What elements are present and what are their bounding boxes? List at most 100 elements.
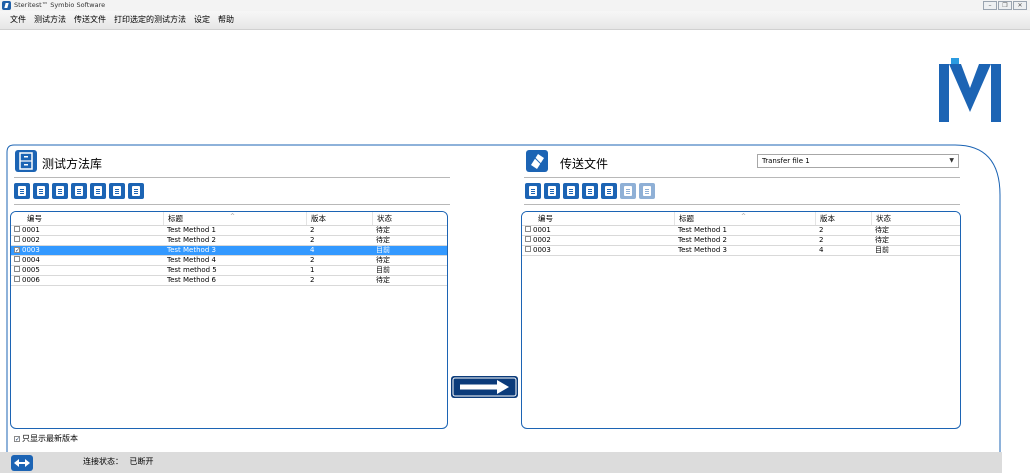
row-version: 4	[819, 246, 824, 254]
row-title: Test method 5	[167, 266, 217, 274]
copy-method-icon[interactable]	[33, 183, 49, 199]
row-checkbox[interactable]	[525, 236, 531, 242]
copy-icon[interactable]	[601, 183, 617, 199]
latest-only-option[interactable]: ✓ 只显示最新版本	[14, 433, 78, 444]
row-version: 2	[310, 236, 315, 244]
row-id-cell: 0001	[522, 226, 675, 235]
column-header-status[interactable]: 状态	[872, 212, 960, 225]
row-status: 待定	[376, 236, 390, 244]
row-status: 目前	[875, 246, 889, 254]
row-title: Test Method 3	[678, 246, 727, 254]
connection-status: 连接状态： 已断开	[83, 456, 154, 468]
send-transfer-icon[interactable]	[544, 183, 560, 199]
print-icon[interactable]	[582, 183, 598, 199]
row-version: 1	[310, 266, 315, 274]
menu-settings[interactable]: 设定	[190, 11, 214, 29]
menu-print-selected[interactable]: 打印选定的测试方法	[110, 11, 190, 29]
row-checkbox-checked[interactable]: ✓	[14, 247, 20, 254]
column-header-title[interactable]: 标题 ^	[164, 212, 307, 225]
latest-only-checkbox[interactable]: ✓	[14, 435, 20, 442]
menu-test-method[interactable]: 测试方法	[30, 11, 70, 29]
transfer-file-selected: Transfer file 1	[762, 157, 810, 165]
left-header-divider	[14, 177, 450, 178]
row-title: Test Method 2	[678, 236, 727, 244]
row-status: 待定	[376, 276, 390, 284]
column-header-title[interactable]: 标题 ^	[675, 212, 816, 225]
table-row[interactable]: 0003 Test Method 3 4 目前	[522, 246, 960, 256]
sort-ascending-icon: ^	[741, 213, 747, 220]
list-header: 编号 标题 ^ 版本 状态	[522, 212, 960, 226]
sort-ascending-icon: ^	[230, 213, 236, 220]
row-checkbox[interactable]	[525, 226, 531, 232]
row-title: Test Method 3	[167, 246, 216, 254]
row-status: 待定	[376, 226, 390, 234]
table-row-selected[interactable]: ✓ 0003 Test Method 3 4 目前	[11, 246, 447, 256]
row-status: 待定	[875, 236, 889, 244]
row-id: 0004	[22, 256, 40, 264]
row-version: 2	[819, 236, 824, 244]
edit-method-icon[interactable]	[52, 183, 68, 199]
right-toolbar-divider	[524, 204, 960, 205]
transfer-to-file-button[interactable]	[451, 376, 518, 398]
close-button[interactable]: ✕	[1013, 1, 1027, 10]
row-status: 待定	[376, 256, 390, 264]
method-library-list[interactable]: 编号 标题 ^ 版本 状态 0001 Test Method 1 2 待定 000…	[10, 211, 448, 429]
table-row[interactable]: 0001 Test Method 1 2 待定	[11, 226, 447, 236]
menu-help[interactable]: 帮助	[214, 11, 238, 29]
row-version: 2	[310, 226, 315, 234]
menu-file[interactable]: 文件	[6, 11, 30, 29]
import-method-icon[interactable]	[90, 183, 106, 199]
transfer-file-dropdown[interactable]: Transfer file 1 ▼	[757, 154, 959, 168]
row-id-cell: 0001	[11, 226, 164, 235]
row-id-cell: 0006	[11, 276, 164, 285]
menu-bar: 文件 测试方法 传送文件 打印选定的测试方法 设定 帮助	[0, 11, 1030, 30]
table-row[interactable]: 0005 Test method 5 1 目前	[11, 266, 447, 276]
delete-disabled-icon	[639, 183, 655, 199]
row-checkbox[interactable]	[14, 276, 20, 282]
table-row[interactable]: 0002 Test Method 2 2 待定	[522, 236, 960, 246]
menu-transfer-file[interactable]: 传送文件	[70, 11, 110, 29]
row-id-cell: 0002	[522, 236, 675, 245]
row-checkbox[interactable]	[14, 226, 20, 232]
table-row[interactable]: 0006 Test Method 6 2 待定	[11, 276, 447, 286]
column-header-status[interactable]: 状态	[373, 212, 447, 225]
list-header: 编号 标题 ^ 版本 状态	[11, 212, 447, 226]
app-title: Steritest™ Symbio Software	[14, 1, 106, 9]
maximize-button[interactable]: ❐	[998, 1, 1012, 10]
row-checkbox[interactable]	[14, 256, 20, 262]
table-row[interactable]: 0001 Test Method 1 2 待定	[522, 226, 960, 236]
column-header-title-label: 标题	[168, 214, 183, 223]
column-header-id[interactable]: 编号	[11, 212, 164, 225]
method-library-title: 测试方法库	[42, 157, 103, 171]
row-id: 0005	[22, 266, 40, 274]
table-row[interactable]: 0002 Test Method 2 2 待定	[11, 236, 447, 246]
connection-icon	[11, 455, 33, 471]
row-checkbox[interactable]	[14, 266, 20, 272]
chevron-down-icon: ▼	[949, 157, 954, 164]
row-checkbox[interactable]	[14, 236, 20, 242]
column-header-id[interactable]: 编号	[522, 212, 675, 225]
row-id-cell: 0003	[522, 246, 675, 255]
column-header-version[interactable]: 版本	[307, 212, 373, 225]
app-logo-icon	[2, 1, 11, 10]
export-method-icon[interactable]	[71, 183, 87, 199]
row-title: Test Method 2	[167, 236, 216, 244]
table-row[interactable]: 0004 Test Method 4 2 待定	[11, 256, 447, 266]
minimize-button[interactable]: –	[983, 1, 997, 10]
window-controls: – ❐ ✕	[983, 1, 1027, 10]
transfer-file-list[interactable]: 编号 标题 ^ 版本 状态 0001 Test Method 1 2 待定 000…	[521, 211, 961, 429]
details-method-icon[interactable]	[109, 183, 125, 199]
row-id-cell: ✓ 0003	[11, 246, 164, 255]
delete-method-icon[interactable]	[128, 183, 144, 199]
row-checkbox[interactable]	[525, 246, 531, 252]
print-icon[interactable]	[14, 183, 30, 199]
row-id-cell: 0004	[11, 256, 164, 265]
new-transfer-icon[interactable]	[525, 183, 541, 199]
row-id: 0003	[22, 246, 40, 254]
column-header-version[interactable]: 版本	[816, 212, 872, 225]
left-toolbar	[14, 183, 144, 199]
brand-logo	[939, 58, 1001, 122]
left-toolbar-divider	[14, 204, 450, 205]
camera-icon[interactable]	[563, 183, 579, 199]
row-id: 0001	[533, 226, 551, 234]
